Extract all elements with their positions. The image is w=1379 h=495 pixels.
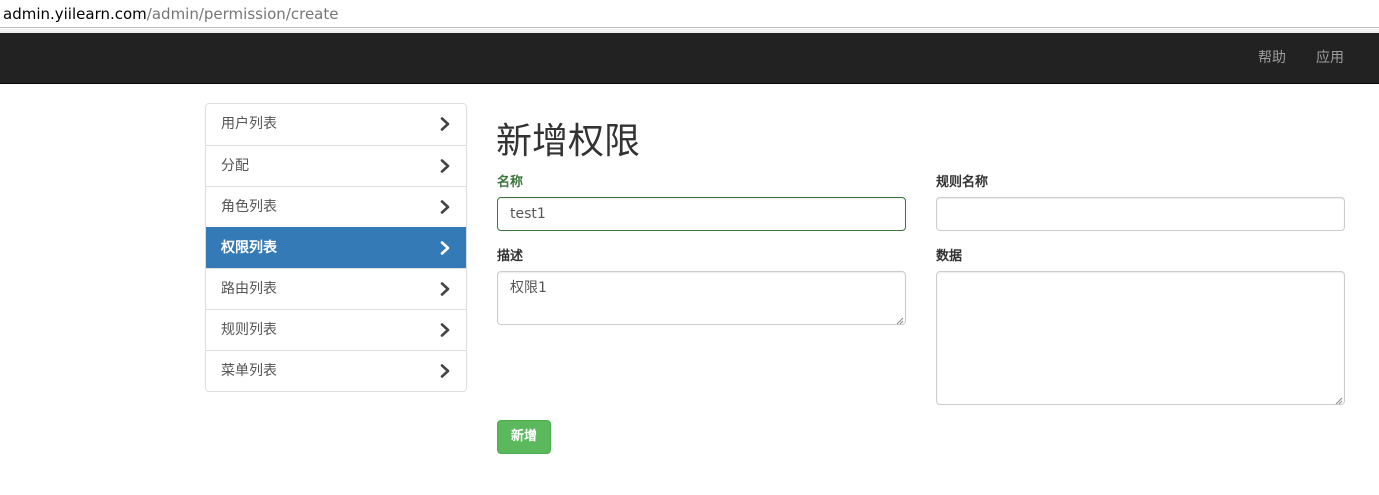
address-bar[interactable]: admin.yiilearn.com/admin/permission/crea…	[0, 0, 1379, 28]
sidebar-item-label: 菜单列表	[221, 363, 277, 379]
sidebar-item-role-list[interactable]: 角色列表	[206, 186, 466, 227]
sidebar-item-menu-list[interactable]: 菜单列表	[206, 350, 466, 391]
description-textarea-value: 权限1	[510, 280, 547, 296]
url-path: /admin/permission/create	[146, 5, 339, 23]
data-label: 数据	[936, 249, 963, 264]
sidebar-item-label: 规则列表	[221, 322, 277, 338]
page-title: 新增权限	[496, 121, 641, 162]
submit-button[interactable]: 新增	[497, 420, 551, 454]
sidebar-item-rule-list[interactable]: 规则列表	[206, 309, 466, 350]
url-text[interactable]: admin.yiilearn.com/admin/permission/crea…	[3, 5, 339, 23]
sidebar-item-label: 用户列表	[221, 116, 277, 132]
sidebar-item-label: 角色列表	[221, 199, 277, 215]
sidebar-item-user-list[interactable]: 用户列表	[206, 104, 466, 145]
sidebar-item-label: 分配	[221, 158, 249, 174]
chevron-right-icon	[440, 364, 450, 378]
data-textarea[interactable]	[936, 271, 1345, 405]
sidebar-item-label: 路由列表	[221, 281, 277, 297]
chevron-right-icon	[440, 200, 450, 214]
resize-grip-icon[interactable]	[1333, 393, 1343, 405]
url-host: admin.yiilearn.com	[3, 5, 147, 23]
sidebar-item-permission-list[interactable]: 权限列表	[206, 227, 466, 268]
sidebar-menu: 用户列表 分配 角色列表 权限列表 路由列表 规则列表 菜单列表	[205, 103, 467, 392]
chevron-right-icon	[440, 241, 450, 255]
nav-app-link[interactable]: 应用	[1316, 49, 1344, 67]
name-input[interactable]: test1	[497, 197, 906, 231]
chevron-right-icon	[440, 282, 450, 296]
chevron-right-icon	[440, 323, 450, 337]
name-input-value: test1	[510, 206, 546, 222]
sidebar-item-assignment[interactable]: 分配	[206, 145, 466, 186]
rule-name-input[interactable]	[936, 197, 1345, 231]
description-textarea[interactable]: 权限1	[497, 271, 906, 325]
resize-grip-icon[interactable]	[894, 313, 904, 325]
name-label: 名称	[497, 175, 524, 190]
rule-name-label: 规则名称	[936, 175, 989, 190]
sidebar-item-label: 权限列表	[221, 240, 277, 256]
chevron-right-icon	[440, 117, 450, 131]
description-label: 描述	[497, 249, 524, 264]
sidebar-item-route-list[interactable]: 路由列表	[206, 268, 466, 309]
top-navbar: 帮助 应用	[0, 33, 1379, 84]
nav-help-link[interactable]: 帮助	[1258, 49, 1286, 67]
chevron-right-icon	[440, 159, 450, 173]
